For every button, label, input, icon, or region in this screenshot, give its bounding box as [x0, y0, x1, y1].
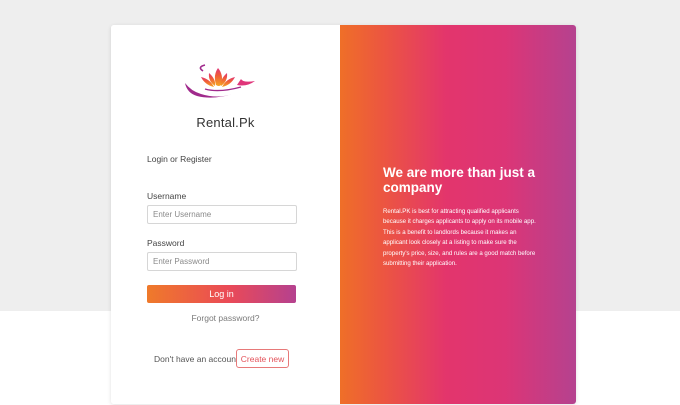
brand-name: Rental.Pk [196, 115, 255, 130]
promo-panel: We are more than just a company Rental.P… [340, 25, 576, 404]
password-input[interactable] [147, 252, 297, 271]
password-label: Password [147, 238, 185, 248]
no-account-text: Don't have an account? [154, 354, 244, 364]
forgot-password-link[interactable]: Forgot password? [111, 313, 340, 323]
login-panel: Rental.Pk Login or Register Username Pas… [111, 25, 340, 404]
login-card: Rental.Pk Login or Register Username Pas… [111, 25, 576, 404]
create-account-button[interactable]: Create new [236, 349, 289, 368]
form-subtitle: Login or Register [147, 154, 212, 164]
username-input[interactable] [147, 205, 297, 224]
promo-text: Rental.PK is best for attracting qualifi… [383, 208, 536, 268]
username-label: Username [147, 191, 187, 201]
login-button[interactable]: Log in [147, 285, 296, 303]
lotus-logo-icon [185, 64, 255, 98]
promo-headline: We are more than just a company [383, 165, 536, 195]
